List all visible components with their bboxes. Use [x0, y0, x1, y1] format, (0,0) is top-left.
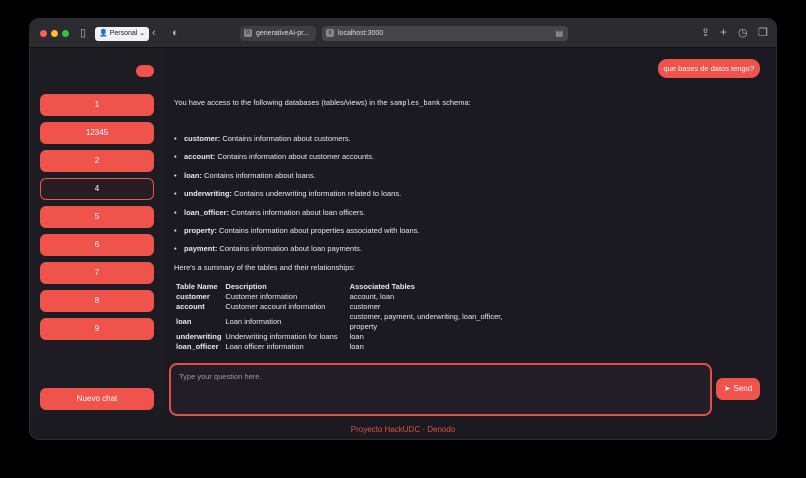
table-row: loan_officer Loan officer information lo…: [176, 341, 364, 351]
tab-favicon-icon: x: [326, 29, 334, 37]
table-row: underwriting Underwriting information fo…: [176, 331, 364, 341]
send-label: Send: [733, 384, 753, 393]
chat-item[interactable]: 2: [40, 150, 154, 172]
chevron-down-icon: ⌄: [139, 30, 146, 37]
schema-name: samples_bank: [389, 99, 441, 107]
user-message: que bases de datos tengo?: [657, 59, 760, 78]
chat-item[interactable]: 6: [40, 234, 154, 256]
summary-text: Here's a summary of the tables and their…: [174, 262, 356, 272]
person-icon: 👤: [99, 30, 108, 37]
browser-titlebar: ▯ 👤 Personal ⌄ ‹ ◐ G generativeAi-pr... …: [30, 19, 776, 48]
column-header: Description: [225, 281, 267, 291]
list-item: customer: Contains information about cus…: [174, 134, 654, 144]
table-row: account Customer account information cus…: [176, 301, 381, 311]
tab-localhost[interactable]: x localhost:3000 ▤: [322, 26, 568, 41]
profile-switcher[interactable]: 👤 Personal ⌄: [95, 27, 150, 41]
tab-label: generativeAi-pr...: [256, 30, 309, 37]
table-row: loan Loan information customer, payment,…: [176, 311, 503, 331]
database-list: customer: Contains information about cus…: [174, 134, 654, 254]
chat-item[interactable]: 5: [40, 206, 154, 228]
question-input[interactable]: [169, 363, 712, 416]
intro-text: You have access to the following databas…: [174, 98, 471, 107]
tables-summary-table: Table Name Description Associated Tables…: [174, 282, 515, 352]
table-row: customer Customer information account, l…: [176, 291, 395, 301]
chat-area: que bases de datos tengo? You have acces…: [164, 48, 776, 414]
list-item: loan_officer: Contains information about…: [174, 208, 654, 218]
footer-text: Proyecto HackUDC - Denodo: [350, 425, 456, 434]
reader-icon[interactable]: ▤: [555, 28, 563, 39]
chat-item[interactable]: 7: [40, 262, 154, 284]
list-item: account: Contains information about cust…: [174, 152, 654, 162]
profile-label: Personal: [109, 30, 138, 37]
chat-item-active[interactable]: 4: [40, 178, 154, 200]
tabs-overview-icon[interactable]: ❐: [758, 28, 768, 39]
chat-item[interactable]: 1: [40, 94, 154, 116]
browser-window: ▯ 👤 Personal ⌄ ‹ ◐ G generativeAi-pr... …: [29, 18, 777, 440]
send-icon: ➤: [723, 384, 731, 393]
extension-icon[interactable]: ◐: [172, 28, 179, 39]
close-window-button[interactable]: [40, 30, 47, 37]
chat-item[interactable]: 9: [40, 318, 154, 340]
history-icon[interactable]: ◷: [738, 28, 748, 39]
tab-generativeai[interactable]: G generativeAi-pr...: [240, 26, 316, 41]
tab-favicon-icon: G: [244, 29, 252, 37]
list-item: property: Contains information about pro…: [174, 226, 654, 236]
new-tab-icon[interactable]: +: [720, 26, 727, 38]
new-chat-button[interactable]: Nuevo chat: [40, 388, 154, 410]
back-icon[interactable]: ‹: [152, 28, 156, 39]
table-header-row: Table Name Description Associated Tables: [174, 282, 515, 292]
share-icon[interactable]: ⇪: [701, 28, 710, 39]
sidebar-toggle-button[interactable]: [136, 65, 154, 77]
column-header: Associated Tables: [349, 281, 415, 291]
minimize-window-button[interactable]: [51, 30, 58, 37]
list-item: underwriting: Contains underwriting info…: [174, 189, 654, 199]
chat-sidebar: 1 12345 2 4 5 6 7 8 9 Nuevo chat: [30, 48, 164, 414]
assistant-message: You have access to the following databas…: [174, 98, 654, 360]
list-item: payment: Contains information about loan…: [174, 244, 654, 254]
maximize-window-button[interactable]: [62, 30, 69, 37]
chat-item[interactable]: 12345: [40, 122, 154, 144]
list-item: loan: Contains information about loans.: [174, 171, 654, 181]
tab-label: localhost:3000: [338, 30, 384, 37]
sidebar-toggle-icon[interactable]: ▯: [80, 28, 86, 39]
chat-item[interactable]: 8: [40, 290, 154, 312]
send-button[interactable]: ➤ Send: [716, 378, 760, 400]
column-header: Table Name: [176, 281, 218, 291]
